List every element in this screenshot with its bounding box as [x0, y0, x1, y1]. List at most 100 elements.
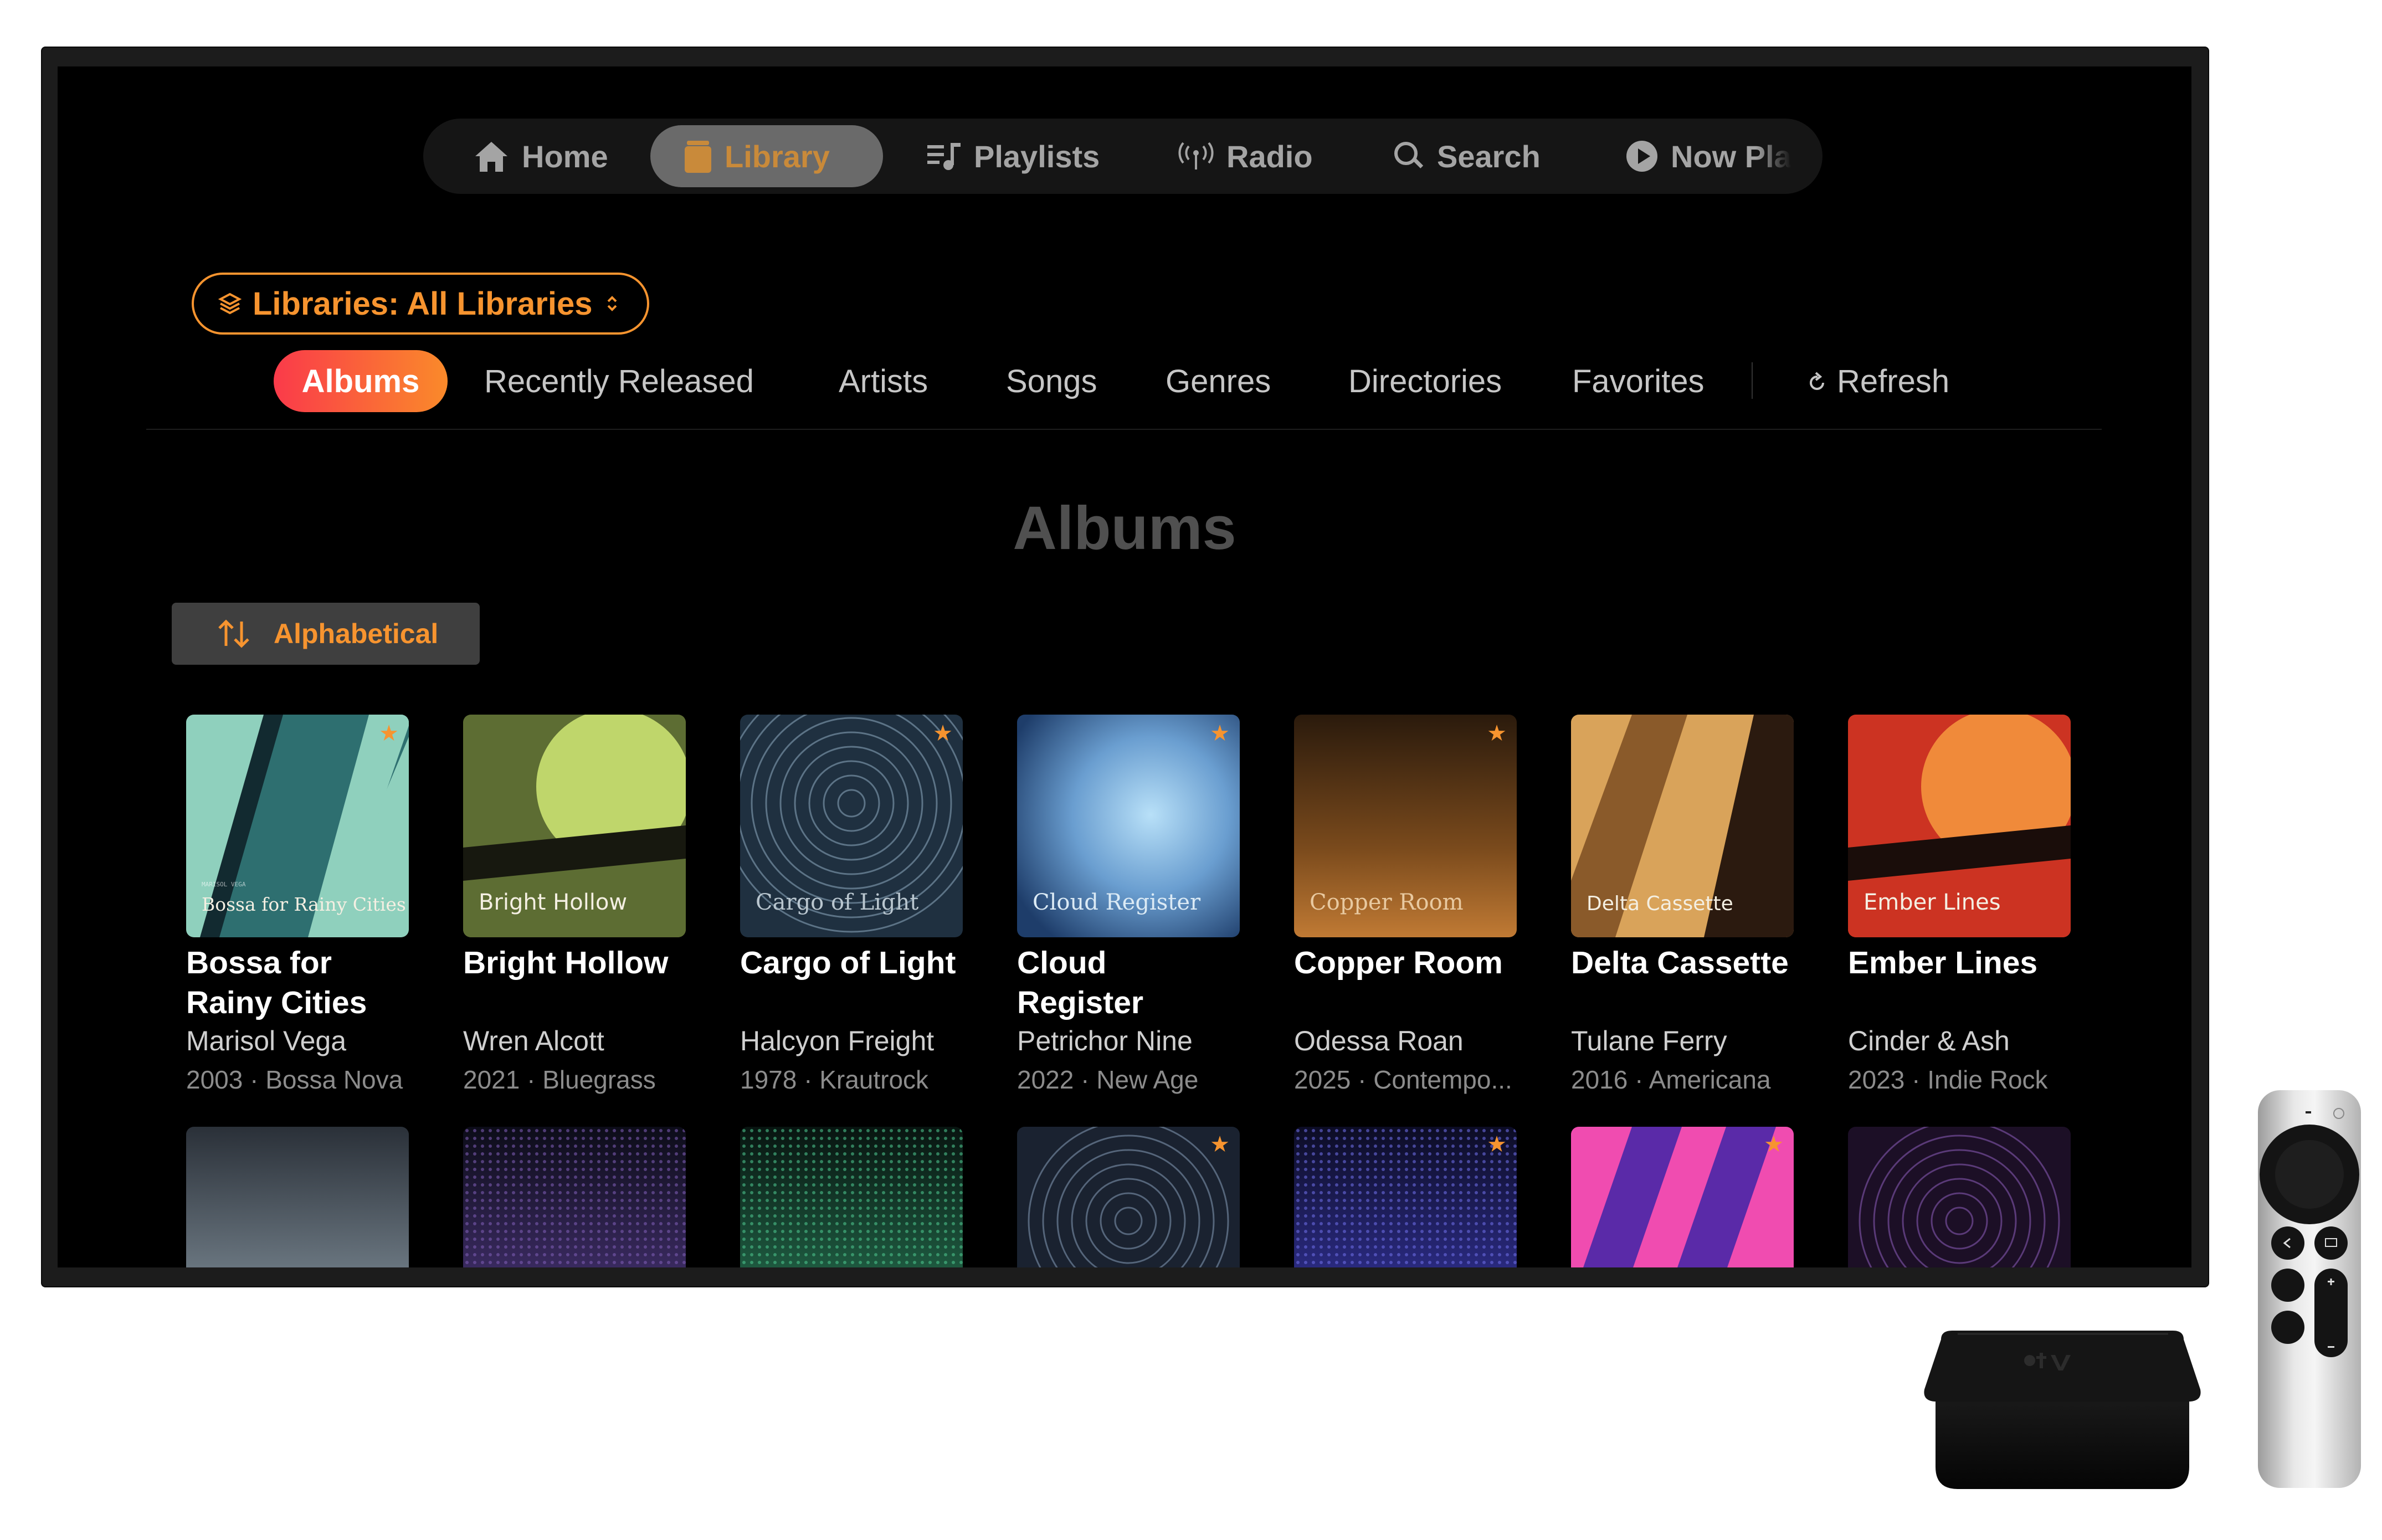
album-meta: 2003 · Bossa Nova — [186, 1065, 403, 1094]
album-card[interactable]: Cloud Register ★ Cloud Register Petricho… — [1017, 715, 1240, 1094]
tab-artists[interactable]: Artists — [839, 350, 928, 412]
nav-item-library[interactable]: Library — [684, 119, 830, 194]
album-cover-row2[interactable] — [1848, 1127, 2071, 1267]
cover-title: Delta Cassette — [1587, 892, 1733, 915]
album-cover: Cargo of Light ★ — [740, 715, 963, 937]
album-artist: Odessa Roan — [1294, 1025, 1464, 1056]
album-card[interactable]: Bright Hollow Bright Hollow Wren Alcott … — [463, 715, 686, 1094]
sort-button[interactable]: Alphabetical — [172, 603, 480, 665]
nav-item-home[interactable]: Home — [473, 119, 608, 194]
tab-label: Genres — [1166, 363, 1271, 399]
album-title: Bossa for Rainy Cities — [186, 945, 367, 1020]
album-card[interactable]: Cargo of Light ★ Cargo of Light Halcyon … — [740, 715, 963, 1094]
cover-title: Cargo of Light — [756, 890, 919, 915]
library-selector-label: Libraries: All Libraries — [253, 285, 593, 322]
refresh-icon — [1810, 372, 1824, 390]
page-title: Albums — [1013, 494, 1236, 562]
tab-label: Albums — [301, 363, 420, 399]
nav-item-playlists[interactable]: Playlists — [926, 119, 1100, 194]
album-cover: MARISOL VEGA Bossa for Rainy Cities ★ — [186, 715, 409, 937]
album-meta: 2023 · Indie Rock — [1848, 1065, 2048, 1094]
cover-title: Cloud Register — [1033, 890, 1201, 915]
tabs-divider — [146, 429, 2102, 430]
nav-item-radio[interactable]: Radio — [1178, 119, 1313, 194]
album-artist: Marisol Vega — [186, 1025, 347, 1056]
album-cover: Copper Room ★ — [1294, 715, 1517, 937]
tab-label: Directories — [1348, 363, 1502, 399]
nav-item-label: Now Pla — [1671, 138, 1791, 174]
favorite-star-icon: ★ — [1764, 1132, 1784, 1157]
album-meta: 1978 · Krautrock — [740, 1065, 929, 1094]
siri-remote — [2258, 1090, 2361, 1488]
tv-frame: Home Library Playlists Radio Search Now — [42, 48, 2208, 1286]
refresh-button[interactable]: Refresh — [1808, 350, 1949, 412]
tab-divider — [1752, 362, 1753, 399]
nav-item-now-playing[interactable]: Now Pla — [1625, 119, 1803, 194]
tab-favorites[interactable]: Favorites — [1572, 350, 1705, 412]
album-meta: 2022 · New Age — [1017, 1065, 1199, 1094]
library-icon — [685, 141, 711, 173]
album-cover-row2[interactable] — [463, 1127, 686, 1267]
tv-screen: Home Library Playlists Radio Search Now — [58, 66, 2191, 1267]
tab-genres[interactable]: Genres — [1166, 350, 1271, 412]
favorite-star-icon: ★ — [1210, 721, 1230, 746]
nav-item-label: Search — [1437, 138, 1541, 174]
album-cover-row2[interactable]: ★ — [1294, 1127, 1517, 1267]
layers-icon — [218, 292, 242, 315]
cover-title: Bright Hollow — [479, 890, 628, 915]
radio-icon — [1178, 142, 1214, 170]
album-artist: Petrichor Nine — [1017, 1025, 1193, 1056]
play-circle-icon — [1626, 141, 1657, 172]
tab-songs[interactable]: Songs — [1006, 350, 1097, 412]
favorite-star-icon: ★ — [1487, 1132, 1507, 1157]
nav-item-label: Home — [522, 138, 608, 174]
tab-label: Songs — [1006, 363, 1097, 399]
album-card[interactable]: Delta Cassette Delta Cassette Tulane Fer… — [1571, 715, 1794, 1094]
sort-arrows-icon — [218, 619, 249, 648]
tab-label: Favorites — [1572, 363, 1705, 399]
album-cover-row2[interactable] — [740, 1127, 963, 1267]
album-artist: Tulane Ferry — [1571, 1025, 1727, 1056]
top-navigation: Home Library Playlists Radio Search Now — [423, 119, 1823, 194]
album-title: Delta Cassette — [1571, 945, 1789, 981]
album-title: Bright Hollow — [463, 945, 669, 981]
nav-item-label: Library — [725, 138, 830, 174]
album-card[interactable]: MARISOL VEGA Bossa for Rainy Cities ★ Bo… — [186, 715, 409, 1094]
album-card[interactable]: Ember Lines Ember Lines Cinder & Ash 202… — [1848, 715, 2071, 1094]
album-meta: 2025 · Contempo... — [1294, 1065, 1512, 1094]
cover-title: Ember Lines — [1863, 890, 2001, 915]
favorite-star-icon: ★ — [933, 721, 953, 746]
sort-label: Alphabetical — [274, 618, 439, 649]
house-icon — [475, 142, 507, 172]
album-title: Copper Room — [1294, 945, 1503, 981]
album-cover-row2[interactable]: ★ — [1017, 1127, 1240, 1267]
playlist-icon — [927, 143, 961, 170]
tab-label: Artists — [839, 363, 928, 399]
album-artist: Halcyon Freight — [740, 1025, 935, 1056]
album-title: Cloud Register — [1017, 945, 1144, 1020]
tab-directories[interactable]: Directories — [1348, 350, 1502, 412]
cover-title: Bossa for Rainy Cities — [202, 894, 406, 915]
album-title: Cargo of Light — [740, 945, 956, 981]
album-cover: Ember Lines — [1848, 715, 2071, 937]
album-cover: Bright Hollow — [463, 715, 686, 937]
tab-albums[interactable]: Albums — [274, 350, 448, 412]
tab-recently-released[interactable]: Recently Released — [484, 350, 754, 412]
album-card[interactable]: Copper Room ★ Copper Room Odessa Roan 20… — [1294, 715, 1517, 1094]
nav-item-label: Radio — [1226, 138, 1313, 174]
album-title: Ember Lines — [1848, 945, 2038, 981]
album-meta: 2016 · Americana — [1571, 1065, 1771, 1094]
library-selector[interactable]: Libraries: All Libraries — [192, 273, 649, 335]
album-cover-row2[interactable]: ★ — [1571, 1127, 1794, 1267]
magnifier-icon — [1394, 142, 1424, 168]
album-cover-row2[interactable] — [186, 1127, 409, 1267]
album-meta: 2021 · Bluegrass — [463, 1065, 656, 1094]
album-cover: Delta Cassette — [1571, 715, 1794, 937]
apple-tv-box — [1924, 1331, 2201, 1489]
refresh-label: Refresh — [1837, 363, 1950, 399]
album-artist: Cinder & Ash — [1848, 1025, 2010, 1056]
nav-item-search[interactable]: Search — [1393, 119, 1541, 194]
album-artist: Wren Alcott — [463, 1025, 604, 1056]
updown-chevron-icon — [607, 296, 617, 311]
favorite-star-icon: ★ — [1210, 1132, 1230, 1157]
